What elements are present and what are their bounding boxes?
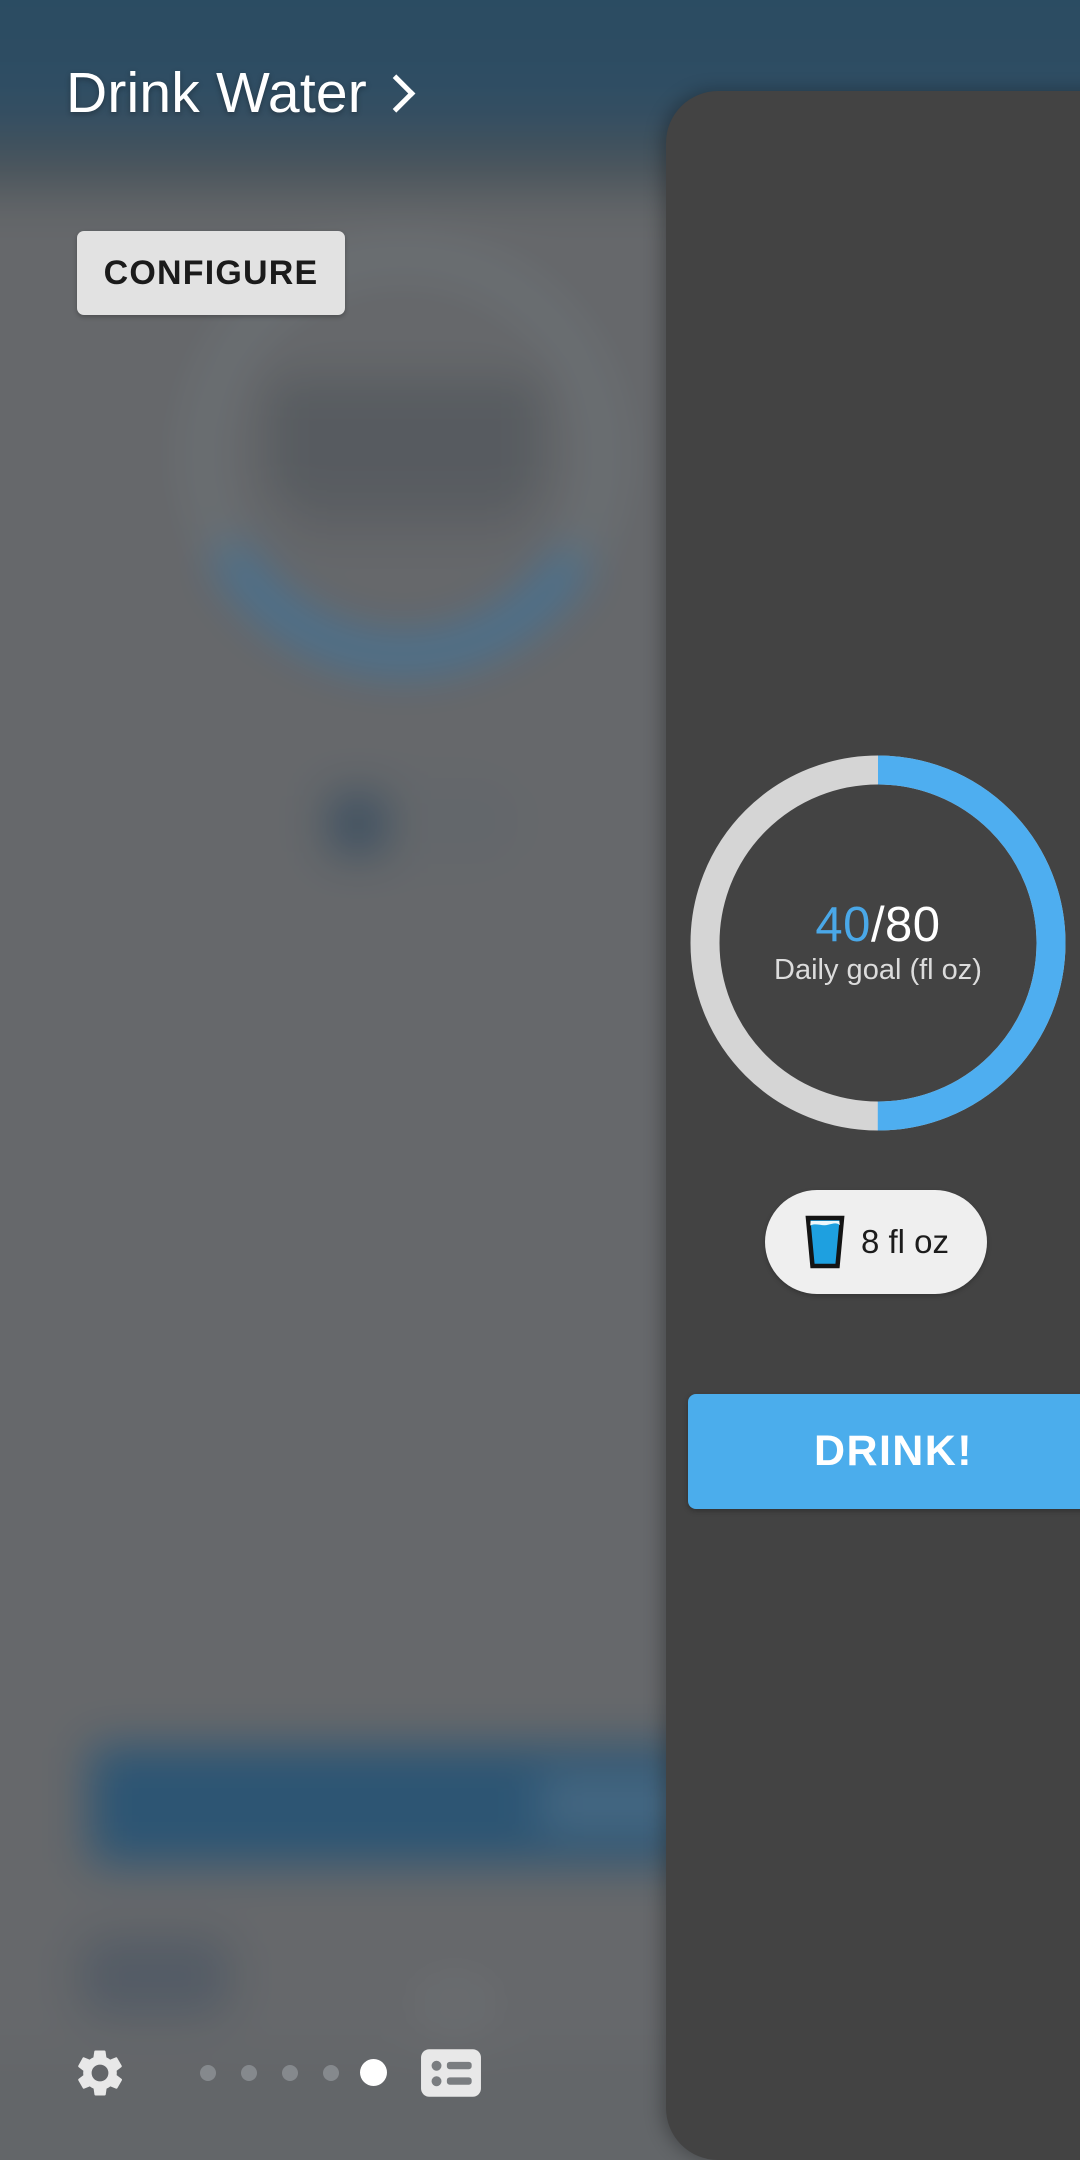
drink-water-panel: 40/80 Daily goal (fl oz) 8 fl oz DRINK! <box>666 91 1080 2160</box>
chevron-right-icon <box>377 73 416 113</box>
background-ring-subtext <box>292 500 522 534</box>
progress-ring-center: 40/80 Daily goal (fl oz) <box>690 755 1066 1131</box>
gear-icon <box>78 2050 123 2096</box>
daily-goal-progress-ring: 40/80 Daily goal (fl oz) <box>690 755 1066 1131</box>
bottom-navigation-bar <box>0 2000 666 2160</box>
page-dot-1[interactable] <box>200 2064 216 2081</box>
progress-current: 40 <box>815 898 871 952</box>
page-dot-4[interactable] <box>323 2064 339 2081</box>
settings-button[interactable] <box>72 2045 128 2101</box>
page-dot-3[interactable] <box>282 2064 298 2081</box>
list-view-button[interactable] <box>420 2047 482 2099</box>
drink-button[interactable]: DRINK! <box>688 1394 1080 1509</box>
background-chip-icon <box>332 796 384 852</box>
serving-amount-label: 8 fl oz <box>860 1223 950 1260</box>
configure-button[interactable]: CONFIGURE <box>77 231 345 315</box>
serving-amount-pill[interactable]: 8 fl oz <box>765 1190 987 1294</box>
page-dot-2[interactable] <box>241 2064 257 2081</box>
page-title[interactable]: Drink Water <box>66 60 416 126</box>
list-icon <box>421 2049 481 2097</box>
background-ring-text <box>270 380 540 500</box>
app-screen: Drink Water CONFIGURE 40/80 Daily goal (… <box>0 0 1080 2160</box>
progress-value: 40/80 <box>815 901 940 950</box>
progress-label: Daily goal (fl oz) <box>774 954 982 986</box>
water-glass-icon <box>805 1215 845 1269</box>
progress-goal: /80 <box>870 898 941 952</box>
page-title-label: Drink Water <box>66 61 367 125</box>
page-indicator-dots <box>200 2059 387 2086</box>
page-dot-5-active[interactable] <box>360 2059 387 2086</box>
